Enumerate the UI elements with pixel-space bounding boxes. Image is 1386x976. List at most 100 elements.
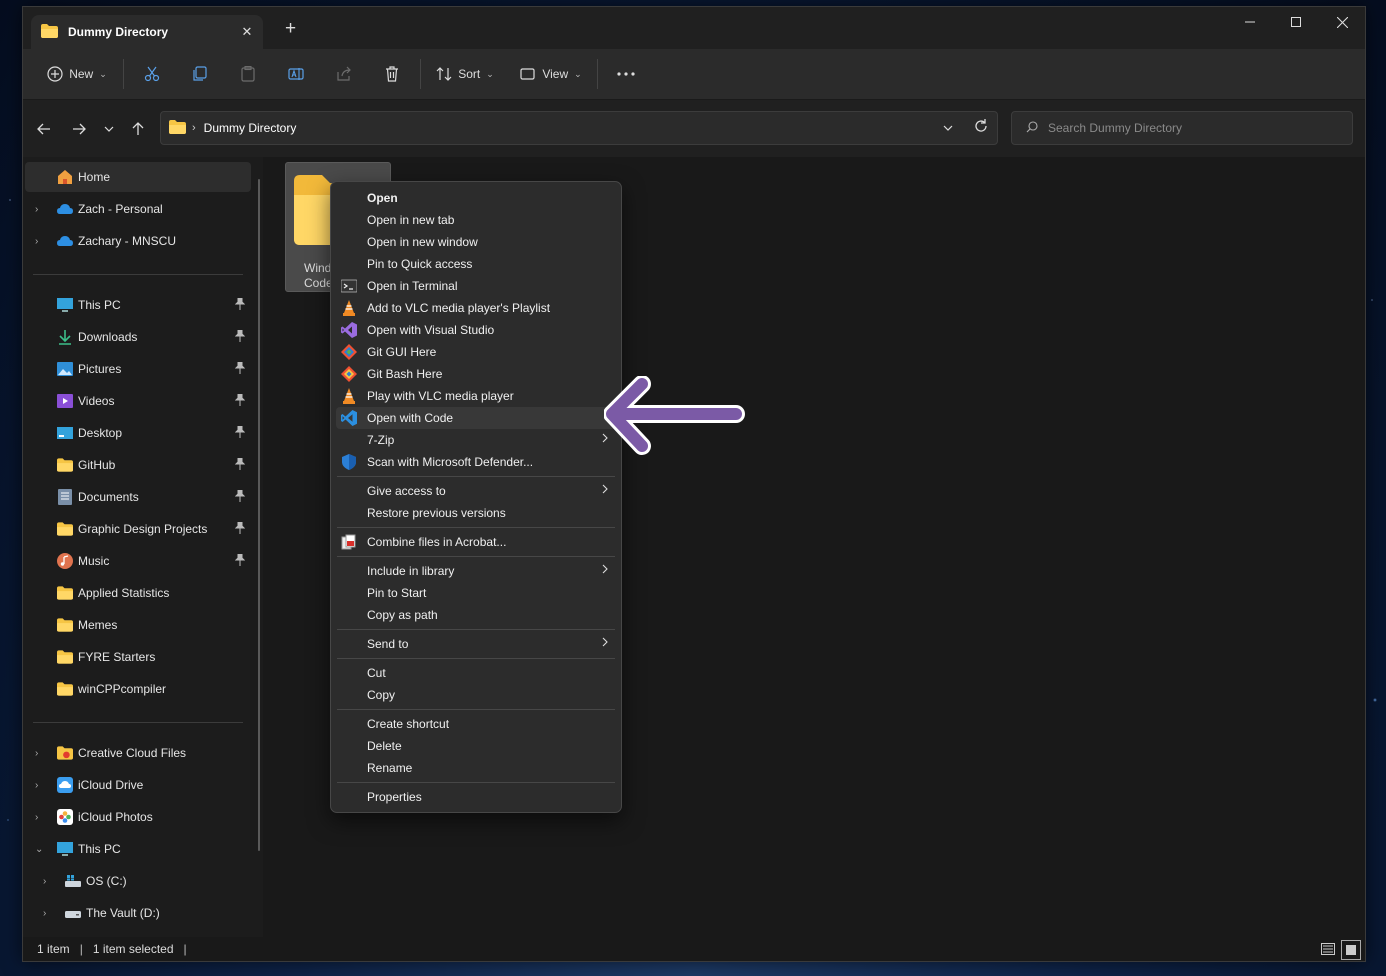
folder-icon [57, 682, 73, 696]
search-input[interactable] [1046, 120, 1340, 136]
menu-item-properties[interactable]: Properties [336, 786, 616, 808]
pin-icon[interactable] [235, 362, 245, 374]
nav-item-wincppcompiler[interactable]: winCPPcompiler [25, 674, 251, 704]
pin-icon[interactable] [235, 490, 245, 502]
menu-item-open-in-new-window[interactable]: Open in new window [336, 231, 616, 253]
address-bar[interactable]: › Dummy Directory [160, 111, 998, 145]
pin-icon[interactable] [235, 394, 245, 406]
chevron-right-icon[interactable]: › [35, 236, 45, 247]
share-button[interactable] [320, 57, 368, 91]
menu-item-open-in-terminal[interactable]: Open in Terminal [336, 275, 616, 297]
nav-item-the-vault-d[interactable]: › The Vault (D:) [25, 898, 251, 928]
chevron-right-icon[interactable]: › [43, 908, 53, 919]
menu-item-copy[interactable]: Copy [336, 684, 616, 706]
details-view-icon[interactable] [1319, 940, 1337, 958]
menu-item-delete[interactable]: Delete [336, 735, 616, 757]
menu-item-open-with-code[interactable]: Open with Code [336, 407, 616, 429]
forward-arrow-icon[interactable] [67, 117, 91, 141]
nav-item-applied-statistics[interactable]: Applied Statistics [25, 578, 251, 608]
new-button[interactable]: New ⌄ [35, 57, 119, 91]
menu-item-open-in-new-tab[interactable]: Open in new tab [336, 209, 616, 231]
nav-item-documents[interactable]: Documents [25, 482, 251, 512]
copy-button[interactable] [176, 57, 224, 91]
nav-item-home[interactable]: Home [25, 162, 251, 192]
nav-item-zach-personal[interactable]: › Zach - Personal [25, 194, 251, 224]
back-arrow-icon[interactable] [32, 117, 56, 141]
nav-item-desktop[interactable]: Desktop [25, 418, 251, 448]
menu-item-restore-previous-versions[interactable]: Restore previous versions [336, 502, 616, 524]
nav-label: Home [78, 170, 111, 184]
menu-item-include-in-library[interactable]: Include in library [336, 560, 616, 582]
nav-item-icloud-photos[interactable]: › iCloud Photos [25, 802, 251, 832]
recent-locations-chevron-icon[interactable] [97, 117, 121, 141]
menu-item-git-gui-here[interactable]: Git GUI Here [336, 341, 616, 363]
nav-item-graphic-design-projects[interactable]: Graphic Design Projects [25, 514, 251, 544]
menu-item-combine-files-in-acrobat[interactable]: Combine files in Acrobat... [336, 531, 616, 553]
nav-item-this-pc-pinned[interactable]: This PC [25, 290, 251, 320]
sort-button[interactable]: Sort ⌄ [425, 57, 505, 91]
pin-icon[interactable] [235, 522, 245, 534]
nav-item-fyre-starters[interactable]: FYRE Starters [25, 642, 251, 672]
menu-item-add-to-vlc-playlist[interactable]: Add to VLC media player's Playlist [336, 297, 616, 319]
menu-item-7-zip[interactable]: 7-Zip [336, 429, 616, 451]
menu-item-pin-to-quick-access[interactable]: Pin to Quick access [336, 253, 616, 275]
nav-item-videos[interactable]: Videos [25, 386, 251, 416]
nav-item-icloud-drive[interactable]: › iCloud Drive [25, 770, 251, 800]
menu-item-git-bash-here[interactable]: Git Bash Here [336, 363, 616, 385]
menu-item-copy-as-path[interactable]: Copy as path [336, 604, 616, 626]
tab-dummy-directory[interactable]: Dummy Directory ✕ [31, 15, 263, 49]
nav-item-memes[interactable]: Memes [25, 610, 251, 640]
address-history-chevron-icon[interactable] [943, 120, 953, 134]
nav-item-downloads[interactable]: Downloads [25, 322, 251, 352]
close-window-icon[interactable] [1319, 7, 1365, 37]
pin-icon[interactable] [235, 554, 245, 566]
chevron-right-icon[interactable]: › [35, 812, 45, 823]
home-icon [58, 170, 72, 184]
pin-icon[interactable] [235, 458, 245, 470]
sort-button-label: Sort [458, 67, 481, 81]
chevron-right-icon[interactable]: › [35, 780, 45, 791]
rename-button[interactable] [272, 57, 320, 91]
more-options-button[interactable] [602, 57, 650, 91]
view-button[interactable]: View ⌄ [509, 57, 593, 91]
menu-item-open[interactable]: Open [336, 187, 616, 209]
maximize-icon[interactable] [1273, 7, 1319, 37]
menu-item-pin-to-start[interactable]: Pin to Start [336, 582, 616, 604]
menu-item-send-to[interactable]: Send to [336, 633, 616, 655]
menu-item-give-access-to[interactable]: Give access to [336, 480, 616, 502]
nav-item-os-c[interactable]: › OS (C:) [25, 866, 251, 896]
nav-item-music[interactable]: Music [25, 546, 251, 576]
menu-item-play-with-vlc[interactable]: Play with VLC media player [336, 385, 616, 407]
new-tab-button[interactable]: + [285, 19, 296, 39]
breadcrumb-dummy-directory[interactable]: Dummy Directory [204, 121, 297, 135]
nav-item-this-pc[interactable]: ⌄ This PC [25, 834, 251, 864]
close-tab-icon[interactable]: ✕ [237, 24, 257, 40]
pin-icon[interactable] [235, 330, 245, 342]
chevron-right-icon[interactable]: › [35, 204, 45, 215]
delete-button[interactable] [368, 57, 416, 91]
menu-item-cut[interactable]: Cut [336, 662, 616, 684]
refresh-icon[interactable] [973, 118, 989, 137]
menu-item-rename[interactable]: Rename [336, 757, 616, 779]
menu-item-open-with-visual-studio[interactable]: Open with Visual Studio [336, 319, 616, 341]
nav-item-pictures[interactable]: Pictures [25, 354, 251, 384]
chevron-right-icon[interactable]: › [35, 748, 45, 759]
nav-item-zachary-mnscu[interactable]: › Zachary - MNSCU [25, 226, 251, 256]
nav-item-github[interactable]: GitHub [25, 450, 251, 480]
nav-item-creative-cloud-files[interactable]: › Creative Cloud Files [25, 738, 251, 768]
menu-item-scan-with-defender[interactable]: Scan with Microsoft Defender... [336, 451, 616, 473]
menu-item-create-shortcut[interactable]: Create shortcut [336, 713, 616, 735]
chevron-down-icon[interactable]: ⌄ [35, 844, 45, 855]
pin-icon[interactable] [235, 426, 245, 438]
large-icons-view-icon[interactable] [1341, 940, 1361, 960]
paste-button[interactable] [224, 57, 272, 91]
cut-button[interactable] [128, 57, 176, 91]
search-box[interactable] [1011, 111, 1353, 145]
nav-divider [33, 722, 243, 723]
up-arrow-icon[interactable] [126, 117, 150, 141]
minimize-icon[interactable] [1227, 7, 1273, 37]
menu-item-label: Include in library [367, 564, 455, 578]
nav-scrollbar[interactable] [258, 179, 260, 851]
chevron-right-icon[interactable]: › [43, 876, 53, 887]
pin-icon[interactable] [235, 298, 245, 310]
